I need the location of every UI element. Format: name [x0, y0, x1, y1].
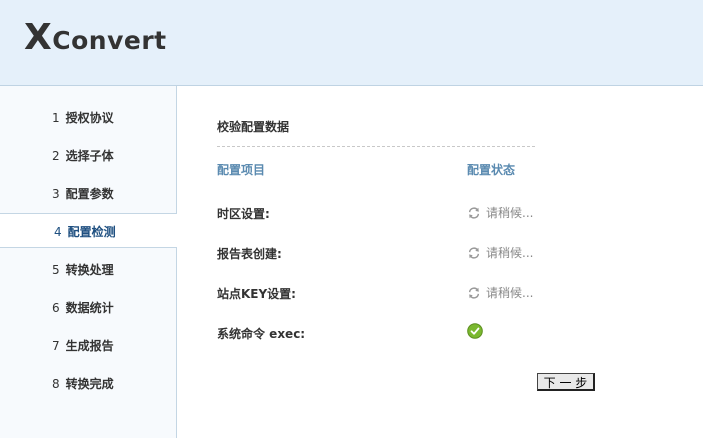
logo: XConvert: [24, 20, 167, 56]
sidebar-item-label: 数据统计: [65, 301, 114, 315]
sidebar-item-number: 6: [52, 301, 60, 315]
sidebar-item-label: 转换完成: [65, 377, 114, 391]
status-text: 请稍候...: [486, 206, 534, 220]
row-status-exec: [467, 323, 483, 339]
sidebar-item-label: 转换处理: [65, 263, 114, 277]
sidebar-item-number: 8: [52, 377, 60, 391]
row-label-site-key: 站点KEY设置:: [217, 287, 296, 301]
sidebar-item-label: 配置检测: [67, 225, 116, 239]
row-status-timezone: 请稍候...: [467, 204, 533, 221]
row-status-report-table: 请稍候...: [467, 244, 533, 261]
logo-letter: X: [24, 17, 53, 58]
row-status-site-key: 请稍候...: [467, 284, 533, 301]
sidebar-item-label: 配置参数: [65, 187, 114, 201]
sidebar-item-check[interactable]: 4 配置检测: [0, 213, 177, 248]
sidebar-item-number: 4: [54, 225, 62, 239]
sidebar-item-number: 3: [52, 187, 60, 201]
sidebar-item-number: 5: [52, 263, 60, 277]
sidebar-item-finish[interactable]: 8 转换完成: [0, 364, 176, 400]
sidebar-nav: 1 授权协议 2 选择子体 3 配置参数 4 配置检测 5 转换处理 6 数据统计 7 生成报…: [0, 86, 177, 438]
divider: [217, 146, 535, 147]
check-circle-icon: [467, 323, 483, 339]
main-content: 校验配置数据 配置项目 配置状态 时区设置: 请稍候... 报告表创建: 请稍候…: [177, 86, 703, 438]
refresh-icon: [468, 286, 480, 299]
status-text: 请稍候...: [486, 246, 534, 260]
column-header-status: 配置状态: [467, 163, 516, 177]
sidebar-item-label: 授权协议: [65, 111, 114, 125]
next-step-button[interactable]: 下 一 步: [537, 373, 595, 391]
sidebar-item-number: 1: [52, 111, 60, 125]
sidebar-item-label: 生成报告: [65, 339, 114, 353]
refresh-icon: [468, 206, 480, 219]
logo-text: Convert: [52, 26, 167, 55]
sidebar-item-convert[interactable]: 5 转换处理: [0, 250, 176, 286]
refresh-icon: [468, 246, 480, 259]
row-label-timezone: 时区设置:: [217, 207, 270, 221]
column-header-item: 配置项目: [217, 163, 266, 177]
sidebar-item-report[interactable]: 7 生成报告: [0, 326, 176, 362]
sidebar-item-select[interactable]: 2 选择子体: [0, 136, 176, 172]
status-text: 请稍候...: [486, 286, 534, 300]
sidebar-item-params[interactable]: 3 配置参数: [0, 174, 176, 210]
sidebar-item-stats[interactable]: 6 数据统计: [0, 288, 176, 324]
sidebar-item-label: 选择子体: [65, 149, 114, 163]
section-title: 校验配置数据: [217, 120, 290, 134]
sidebar-item-number: 2: [52, 149, 60, 163]
sidebar-item-license[interactable]: 1 授权协议: [0, 98, 176, 134]
row-label-exec: 系统命令 exec:: [217, 327, 306, 341]
row-label-report-table: 报告表创建:: [217, 247, 282, 261]
header: XConvert: [0, 0, 703, 86]
sidebar-item-number: 7: [52, 339, 60, 353]
